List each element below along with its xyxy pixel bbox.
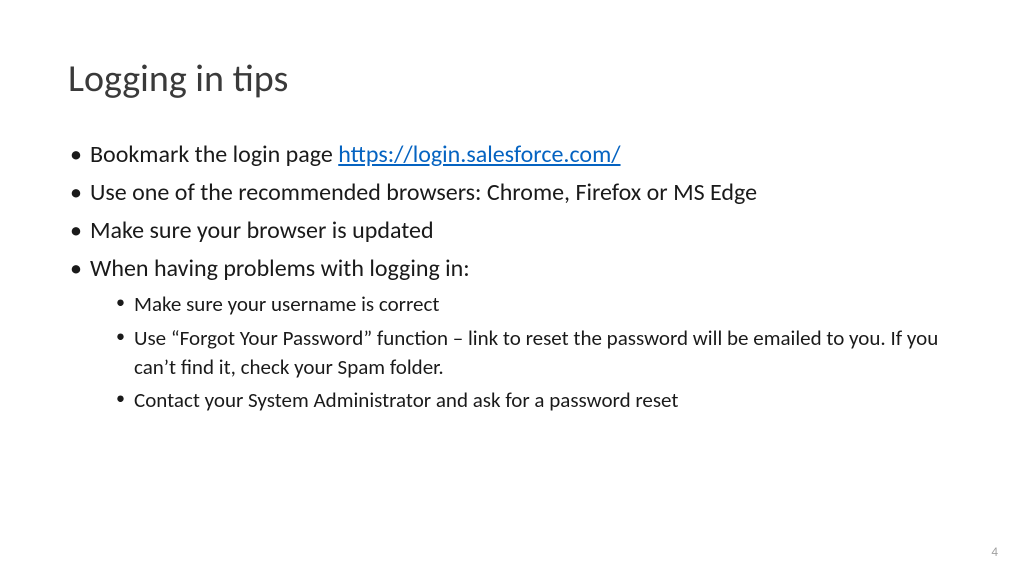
sub-bullet-list: Make sure your username is correct Use “… xyxy=(90,290,956,416)
bullet-4-text: When having problems with logging in: xyxy=(90,254,470,283)
bullet-1-text: Bookmark the login page xyxy=(90,140,338,169)
sub-bullet-1: Make sure your username is correct xyxy=(90,290,956,319)
bullet-item-3: Make sure your browser is updated xyxy=(68,214,956,248)
bullet-item-1: Bookmark the login page https://login.sa… xyxy=(68,138,956,172)
bullet-item-2: Use one of the recommended browsers: Chr… xyxy=(68,176,956,210)
bullet-item-4: When having problems with logging in: Ma… xyxy=(68,252,956,416)
bullet-list: Bookmark the login page https://login.sa… xyxy=(68,138,956,416)
slide: Logging in tips Bookmark the login page … xyxy=(0,0,1024,460)
sub-bullet-2: Use “Forgot Your Password” function – li… xyxy=(90,324,956,383)
login-link[interactable]: https://login.salesforce.com/ xyxy=(338,140,620,169)
sub-bullet-3: Contact your System Administrator and as… xyxy=(90,386,956,415)
page-number: 4 xyxy=(991,545,998,560)
slide-title: Logging in tips xyxy=(68,56,956,102)
